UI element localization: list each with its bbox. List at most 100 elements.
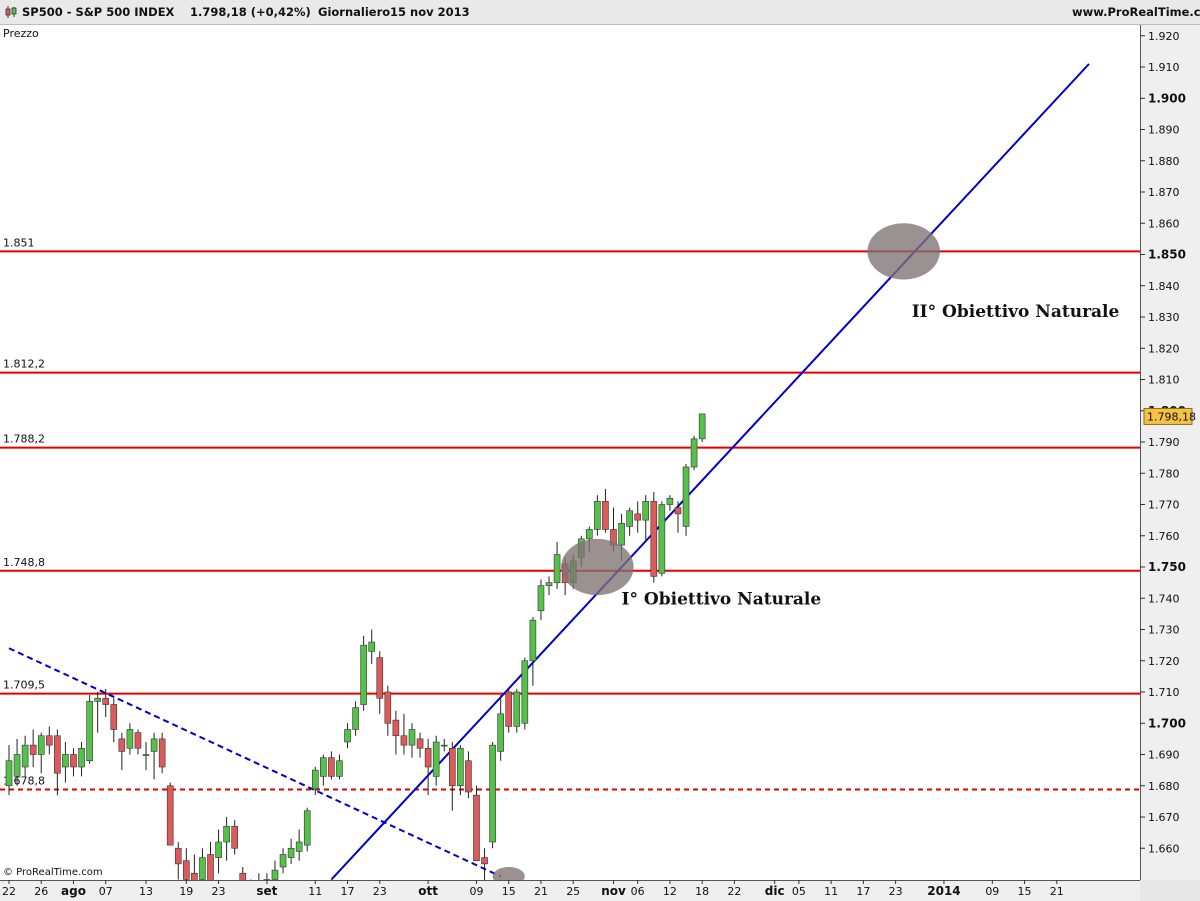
candle <box>368 629 376 664</box>
candle-body <box>457 747 464 787</box>
copyright-label: © ProRealTime.com <box>3 867 103 878</box>
candle-body <box>352 707 359 730</box>
y-tick-label: 1.750 <box>1148 560 1186 574</box>
y-tick-label: 1.680 <box>1148 780 1180 793</box>
candle <box>626 507 633 536</box>
candle-body <box>150 738 158 752</box>
x-tick-label: 23 <box>212 885 226 898</box>
candle-body <box>521 660 529 724</box>
candle <box>376 651 384 714</box>
x-tick-label: 15 <box>1018 885 1032 898</box>
candle-body <box>166 785 174 846</box>
candle-body <box>505 691 513 727</box>
candle-body <box>384 691 392 724</box>
candle-body <box>497 713 504 752</box>
candles <box>5 413 706 880</box>
x-tick-label: 09 <box>985 885 999 898</box>
x-tick-label: 17 <box>341 885 355 898</box>
y-tick-label: 1.670 <box>1148 811 1180 824</box>
x-tick-label: set <box>256 884 277 898</box>
candle-body <box>215 841 222 858</box>
x-tick-label: 15 <box>502 885 516 898</box>
x-tick-label: 23 <box>373 885 387 898</box>
candle-body <box>134 732 142 749</box>
candle <box>223 817 230 861</box>
y-tick-label: 1.860 <box>1148 217 1180 230</box>
candle-body <box>110 704 118 730</box>
x-tick-label: 21 <box>1050 885 1064 898</box>
candle <box>594 495 601 536</box>
candle <box>166 782 174 846</box>
candle <box>5 745 13 796</box>
y-tick-label: 1.840 <box>1148 280 1180 293</box>
candle-body <box>594 501 601 530</box>
candle <box>497 695 504 761</box>
candle <box>489 742 496 849</box>
candle-body <box>682 466 690 527</box>
y-tick-label: 1.850 <box>1148 248 1186 262</box>
candle-body <box>650 501 658 577</box>
candle-body <box>191 872 198 880</box>
candle-body <box>311 769 319 790</box>
candle <box>392 710 400 755</box>
candle <box>70 748 77 777</box>
candle <box>352 701 359 736</box>
candle-body <box>392 719 400 737</box>
candle-body <box>537 585 545 612</box>
candle-body <box>408 729 416 746</box>
candle-body <box>174 847 182 865</box>
candle <box>199 848 206 880</box>
candle-body <box>336 760 343 777</box>
candle-body <box>344 729 351 743</box>
x-tick-label: 22 <box>727 885 741 898</box>
candle-body <box>239 872 247 880</box>
y-tick-label: 1.720 <box>1148 655 1180 668</box>
candle-body <box>328 757 335 777</box>
candle-body <box>223 826 230 843</box>
x-tick-label: 11 <box>308 885 322 898</box>
y-tick-label: 1.760 <box>1148 530 1180 543</box>
candle-body <box>5 760 13 787</box>
candle <box>239 867 247 880</box>
candle-body <box>602 501 609 530</box>
candle <box>126 723 134 755</box>
candle-body <box>634 513 641 521</box>
y-tick-label: 1.810 <box>1148 374 1180 387</box>
x-tick-label: 09 <box>469 885 483 898</box>
x-tick-label: 11 <box>824 885 838 898</box>
candle-body <box>183 860 190 880</box>
candle-body <box>207 854 214 880</box>
candle <box>360 635 367 711</box>
candle <box>682 463 690 536</box>
candle-body <box>199 857 206 880</box>
candle-body <box>642 501 650 521</box>
candle <box>303 807 311 852</box>
x-tick-label: dic <box>765 884 785 898</box>
candle <box>54 729 61 796</box>
candle <box>384 685 392 736</box>
candle <box>134 729 142 755</box>
candle-body <box>513 691 521 727</box>
candle <box>432 735 440 786</box>
candle <box>344 723 351 749</box>
candle-body <box>440 744 448 747</box>
candle-body <box>78 747 85 768</box>
candle-body <box>448 747 456 787</box>
candle <box>545 576 553 596</box>
candle <box>408 723 416 758</box>
x-tick-label: 07 <box>99 885 113 898</box>
y-tick-label: 1.890 <box>1148 124 1180 137</box>
x-tick-label: 19 <box>179 885 193 898</box>
candle <box>21 735 29 777</box>
price-chart: 1.8511.812,21.788,21.748,81.709,51.678,8… <box>0 27 1196 898</box>
candle-body <box>432 741 440 777</box>
y-tick-label: 1.920 <box>1148 30 1180 43</box>
y-tick-label: 1.830 <box>1148 311 1180 324</box>
candle-body <box>674 507 682 515</box>
candle-body <box>142 754 150 756</box>
annotation-label: I° Obiettivo Naturale <box>622 590 822 610</box>
candle <box>634 501 641 533</box>
candle <box>118 732 126 771</box>
candle-body <box>126 729 134 749</box>
candle <box>529 617 537 686</box>
